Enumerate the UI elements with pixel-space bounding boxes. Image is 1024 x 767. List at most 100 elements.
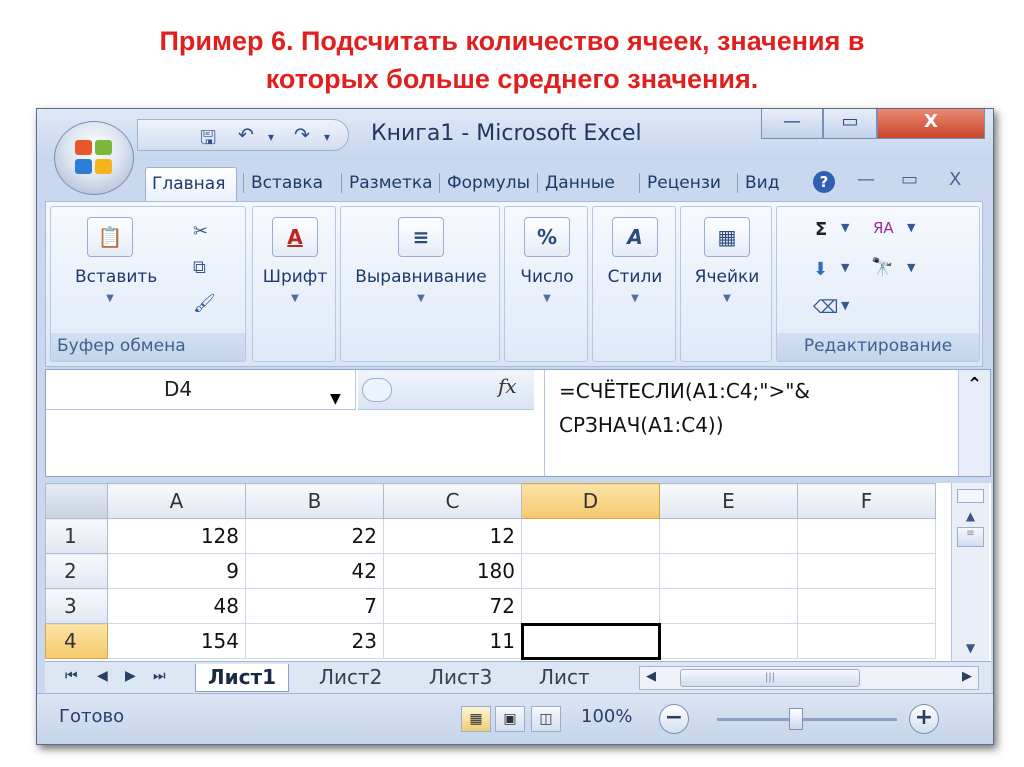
copy-icon[interactable]: ⧉ [193,257,206,278]
tab-review[interactable]: Рецензи [641,167,733,201]
row-header-4[interactable]: 4 [45,623,108,659]
find-dropdown-icon[interactable]: ▼ [907,261,915,274]
cell-d1[interactable] [521,518,660,554]
column-header-f[interactable]: F [797,483,936,519]
ribbon-close-icon[interactable]: X [949,169,961,190]
row-header-2[interactable]: 2 [45,553,108,589]
cell-e2[interactable] [659,553,798,589]
cell-c3[interactable]: 72 [383,588,522,624]
cell-a4[interactable]: 154 [107,623,246,659]
cell-b3[interactable]: 7 [245,588,384,624]
cell-e1[interactable] [659,518,798,554]
tab-home[interactable]: Главная [145,167,237,201]
redo-icon[interactable]: ↷ [294,124,310,146]
cell-c4[interactable]: 11 [383,623,522,659]
number-button[interactable]: % Число ▼ [512,217,582,317]
prev-sheet-icon[interactable]: ◀ [97,668,108,684]
cell-f4[interactable] [797,623,936,659]
insert-function-icon[interactable]: fx [498,374,517,398]
sheet-tab-1[interactable]: Лист1 [195,664,289,692]
autosum-dropdown-icon[interactable]: ▼ [841,221,849,234]
cut-icon[interactable]: ✂ [193,221,208,242]
horizontal-scroll-thumb[interactable]: ||| [680,669,860,687]
name-box[interactable]: D4 ▼ [46,370,356,410]
first-sheet-icon[interactable]: ⏮ [65,668,78,684]
zoom-in-button[interactable]: + [909,704,939,734]
help-icon[interactable]: ? [813,171,835,193]
scroll-up-icon[interactable]: ▲ [952,509,989,523]
column-header-d[interactable]: D [521,483,660,519]
clear-dropdown-icon[interactable]: ▼ [841,299,849,312]
fill-icon[interactable]: ⬇ [813,259,828,280]
collapse-formula-bar-icon[interactable]: ⌃ [959,374,990,395]
cell-b1[interactable]: 22 [245,518,384,554]
fill-dropdown-icon[interactable]: ▼ [841,261,849,274]
tab-page-layout[interactable]: Разметка [343,167,435,201]
find-select-icon[interactable]: 🔭 [871,257,893,278]
scroll-left-icon[interactable]: ◀ [646,669,656,684]
minimize-button[interactable]: — [761,109,823,139]
cells-button[interactable]: ▦ Ячейки ▼ [692,217,762,317]
sort-filter-icon[interactable]: ЯА [873,219,894,237]
scroll-right-icon[interactable]: ▶ [962,669,972,684]
cell-a2[interactable]: 9 [107,553,246,589]
column-header-a[interactable]: A [107,483,246,519]
cell-b4[interactable]: 23 [245,623,384,659]
zoom-level[interactable]: 100% [581,706,632,727]
tab-formulas[interactable]: Формулы [441,167,533,201]
next-sheet-icon[interactable]: ▶ [125,668,136,684]
undo-dropdown-icon[interactable]: ▾ [268,130,274,144]
horizontal-scrollbar[interactable]: ◀ ||| ▶ [639,666,979,690]
tab-data[interactable]: Данные [539,167,635,201]
tab-insert[interactable]: Вставка [245,167,333,201]
save-icon[interactable]: 🖫 [200,124,216,156]
close-button[interactable]: X [877,109,985,139]
cell-e3[interactable] [659,588,798,624]
sheet-tab-4[interactable]: Лист [527,664,597,692]
clear-icon[interactable]: ⌫ [813,297,838,318]
cell-f1[interactable] [797,518,936,554]
column-header-e[interactable]: E [659,483,798,519]
vertical-scroll-thumb[interactable]: ≡ [957,527,984,547]
font-button[interactable]: A Шрифт ▼ [260,217,330,317]
cell-f3[interactable] [797,588,936,624]
formula-input[interactable]: =СЧЁТЕСЛИ(A1:C4;">"& СРЗНАЧ(A1:C4)) [544,370,944,476]
sheet-tab-2[interactable]: Лист2 [307,664,394,692]
name-box-dropdown-icon[interactable]: ▼ [330,380,341,418]
tab-view[interactable]: Вид [739,167,787,201]
ribbon-minimize-icon[interactable]: — [857,169,875,190]
row-header-3[interactable]: 3 [45,588,108,624]
cell-f2[interactable] [797,553,936,589]
page-layout-view-button[interactable]: ▣ [495,706,525,732]
zoom-slider-track[interactable] [717,718,897,721]
cell-d3[interactable] [521,588,660,624]
cell-a1[interactable]: 128 [107,518,246,554]
ribbon-restore-icon[interactable]: ▭ [901,169,918,190]
normal-view-button[interactable]: ▦ [461,706,491,732]
column-header-b[interactable]: B [245,483,384,519]
undo-icon[interactable]: ↶ [238,124,254,146]
cell-a3[interactable]: 48 [107,588,246,624]
page-break-view-button[interactable]: ◫ [531,706,561,732]
styles-button[interactable]: A Стили ▼ [600,217,670,317]
row-header-1[interactable]: 1 [45,518,108,554]
redo-dropdown-icon[interactable]: ▾ [324,130,330,144]
cell-d4[interactable] [520,622,661,660]
sheet-tab-3[interactable]: Лист3 [417,664,504,692]
cell-e4[interactable] [659,623,798,659]
alignment-button[interactable]: ≡ Выравнивание ▼ [355,217,487,317]
office-button[interactable] [54,121,134,195]
zoom-out-button[interactable]: − [659,704,689,734]
last-sheet-icon[interactable]: ⏭ [153,668,166,684]
cell-b2[interactable]: 42 [245,553,384,589]
formula-bar-scroll[interactable]: ⌃ [958,370,990,476]
cell-c1[interactable]: 12 [383,518,522,554]
select-all-corner[interactable] [45,483,108,519]
cell-c2[interactable]: 180 [383,553,522,589]
zoom-slider-thumb[interactable] [789,708,803,730]
sort-dropdown-icon[interactable]: ▼ [907,221,915,234]
cell-d2[interactable] [521,553,660,589]
column-header-c[interactable]: C [383,483,522,519]
vertical-scrollbar[interactable]: ▲ ≡ ▼ [951,483,989,661]
paste-button[interactable]: 📋 Вставить ▼ [75,217,157,317]
